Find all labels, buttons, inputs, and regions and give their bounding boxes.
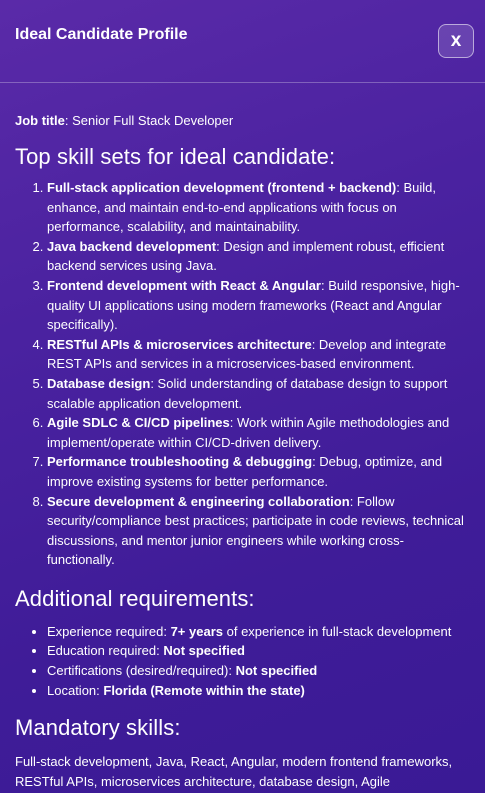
additional-list: Experience required: 7+ years of experie… <box>15 622 470 700</box>
mandatory-heading: Mandatory skills: <box>15 715 181 741</box>
requirement-label: Education required: <box>47 643 164 659</box>
requirement-value: Not specified <box>163 643 245 659</box>
skill-title: Database design <box>47 375 151 391</box>
mandatory-skills-text: Full-stack development, Java, React, Ang… <box>15 754 453 790</box>
requirement-item: Certifications (desired/required): Not s… <box>47 661 470 681</box>
skill-title: RESTful APIs & microservices architectur… <box>47 336 312 352</box>
job-title-separator: : <box>64 113 73 128</box>
skill-title: Secure development & engineering collabo… <box>47 493 350 509</box>
requirement-label: Location: <box>47 682 104 698</box>
skills-heading: Top skill sets for ideal candidate: <box>15 144 336 169</box>
skill-title: Java backend development <box>47 238 217 254</box>
close-icon[interactable]: x <box>451 30 462 51</box>
requirement-label: Certifications (desired/required): <box>47 663 236 679</box>
skill-item: Agile SDLC & CI/CD pipelines: Work withi… <box>47 413 470 452</box>
requirement-item: Experience required: 7+ years of experie… <box>47 622 470 642</box>
job-title-label: Job title <box>15 113 65 128</box>
modal-title: Ideal Candidate Profile <box>15 26 188 43</box>
skill-title: Frontend development with React & Angula… <box>47 277 321 293</box>
skill-item: Performance troubleshooting & debugging:… <box>47 452 470 491</box>
modal-header: Ideal Candidate Profile x <box>0 0 485 83</box>
requirement-item: Location: Florida (Remote within the sta… <box>47 681 470 701</box>
skills-list: Full-stack application development (fron… <box>15 178 470 570</box>
skill-title: Full-stack application development (fron… <box>47 180 397 195</box>
skill-item: Secure development & engineering collabo… <box>47 492 470 570</box>
requirement-value: Not specified <box>235 663 318 679</box>
skill-title: Agile SDLC & CI/CD pipelines <box>47 415 230 431</box>
requirement-value: 7+ years <box>170 623 223 639</box>
skill-item: Frontend development with React & Angula… <box>47 276 470 335</box>
requirement-item: Education required: Not specified <box>47 641 470 661</box>
additional-heading: Additional requirements: <box>15 585 255 611</box>
job-title-line: Job title: Senior Full Stack Developer <box>15 111 470 130</box>
modal-content: Job title: Senior Full Stack Developer T… <box>0 111 485 792</box>
skill-item: RESTful APIs & microservices architectur… <box>47 335 470 374</box>
requirement-value: Florida (Remote within the state) <box>103 682 305 698</box>
requirement-label: Experience required: <box>47 623 171 639</box>
skill-title: Performance troubleshooting & debugging <box>47 454 313 470</box>
skill-item: Database design: Solid understanding of … <box>47 374 470 413</box>
skill-item: Full-stack application development (fron… <box>47 178 470 237</box>
skill-item: Java backend development: Design and imp… <box>47 237 470 276</box>
requirement-suffix: of experience in full-stack development <box>223 623 452 639</box>
close-button[interactable]: x <box>438 24 474 58</box>
job-title-value: Senior Full Stack Developer <box>72 113 234 128</box>
